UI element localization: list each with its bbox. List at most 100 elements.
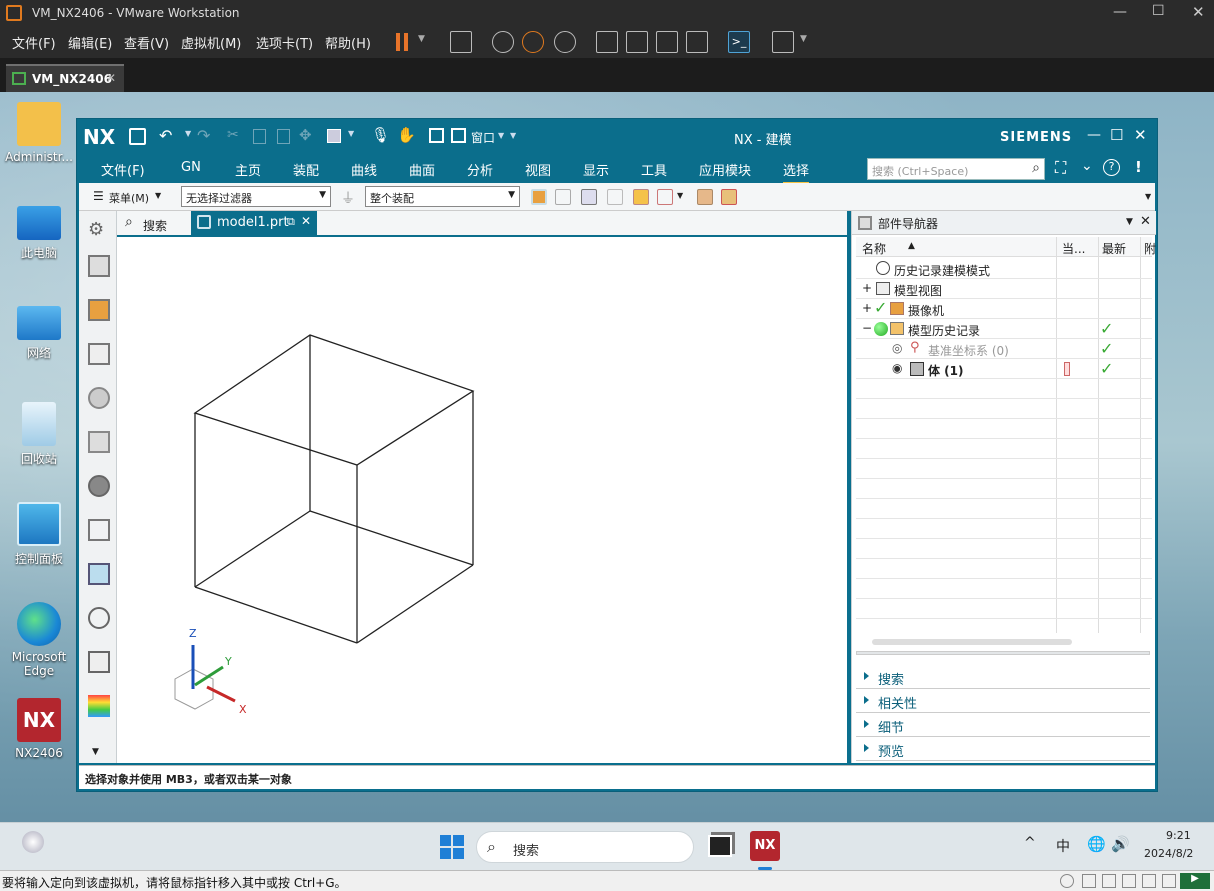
- menu-button[interactable]: 菜单(M): [109, 190, 149, 206]
- alert-icon[interactable]: !: [1135, 158, 1142, 176]
- expand-icon[interactable]: +: [862, 281, 872, 295]
- info-icon[interactable]: [88, 475, 110, 497]
- chevron-down-icon[interactable]: ▼: [155, 191, 161, 200]
- minimize-icon[interactable]: —: [1087, 127, 1101, 143]
- assembly-navigator-icon[interactable]: [88, 299, 110, 321]
- window-menu[interactable]: 窗口: [471, 129, 495, 146]
- chevron-down-icon[interactable]: ▼: [498, 131, 504, 140]
- tree-row-model-views[interactable]: + 模型视图: [856, 279, 1152, 299]
- model-viewport[interactable]: Z Y X: [117, 239, 847, 763]
- search-icon[interactable]: ⌕: [1032, 160, 1040, 176]
- column-name[interactable]: 名称: [862, 240, 886, 257]
- maximize-icon[interactable]: ☐: [1110, 126, 1123, 144]
- desktop-icon-network[interactable]: 网络: [3, 302, 75, 361]
- ribbon-tab-select[interactable]: 选择: [783, 160, 810, 184]
- ime-indicator[interactable]: 中: [1056, 836, 1070, 856]
- send-keys-icon[interactable]: [450, 31, 472, 53]
- unity-icon[interactable]: [686, 31, 708, 53]
- touch-icon[interactable]: ✋: [397, 126, 416, 144]
- desktop-icon-edge[interactable]: Microsoft Edge: [3, 602, 75, 678]
- menu-icon[interactable]: ☰: [93, 189, 104, 203]
- maximize-icon[interactable]: ☐: [1152, 3, 1165, 19]
- vm-menu-view[interactable]: 查看(V): [124, 33, 169, 52]
- close-icon[interactable]: ✕: [1134, 126, 1147, 144]
- help-icon[interactable]: ?: [1103, 159, 1120, 176]
- close-tab-icon[interactable]: ✕: [106, 71, 116, 85]
- select-solid-icon[interactable]: [697, 189, 713, 205]
- desktop-icon-recycle-bin[interactable]: 回收站: [3, 402, 75, 467]
- select-point-icon[interactable]: [657, 189, 673, 205]
- vm-menu-file[interactable]: 文件(F): [12, 33, 56, 52]
- select-sheet-icon[interactable]: [721, 189, 737, 205]
- chevron-up-icon[interactable]: ^: [1024, 835, 1036, 851]
- close-tab-icon[interactable]: ✕: [301, 214, 311, 228]
- sound-card-icon[interactable]: [1142, 874, 1156, 888]
- web-browser-icon[interactable]: [88, 563, 110, 585]
- visible-eye-icon[interactable]: ◉: [892, 361, 902, 375]
- close-icon[interactable]: ✕: [1140, 214, 1151, 229]
- history-icon[interactable]: [88, 607, 110, 629]
- clock-time[interactable]: 9:21: [1166, 829, 1191, 842]
- inspection-icon[interactable]: [88, 431, 110, 453]
- select-edge-icon[interactable]: [607, 189, 623, 205]
- ribbon-tab-file[interactable]: 文件(F): [101, 160, 145, 179]
- column-attached[interactable]: 附: [1144, 240, 1156, 257]
- chevron-down-icon[interactable]: ▼: [510, 131, 516, 140]
- sort-ascending-icon[interactable]: ▲: [908, 241, 915, 251]
- save-icon[interactable]: [129, 128, 146, 145]
- chevron-down-icon[interactable]: ▼: [418, 34, 425, 44]
- vm-console-icon[interactable]: ▶: [1180, 873, 1210, 889]
- selection-filter-icon[interactable]: [88, 519, 110, 541]
- pane-splitter[interactable]: [856, 651, 1150, 655]
- ribbon-tab-assembly[interactable]: 装配: [293, 160, 319, 179]
- network-adapter-icon[interactable]: [1102, 874, 1116, 888]
- nx-taskbar-icon[interactable]: NX: [750, 831, 780, 861]
- window-icon[interactable]: [451, 128, 466, 143]
- tree-row-model-history[interactable]: − 模型历史记录 ✓: [856, 319, 1152, 339]
- ribbon-tab-surface[interactable]: 曲面: [409, 160, 435, 179]
- chevron-down-icon[interactable]: ▼: [800, 34, 807, 44]
- vm-tab[interactable]: VM_NX2406 ✕: [6, 64, 124, 92]
- ribbon-tab-curve[interactable]: 曲线: [351, 160, 377, 179]
- snapshot-manager-icon[interactable]: [554, 31, 576, 53]
- cd-drive-icon[interactable]: [1082, 874, 1096, 888]
- clock-date[interactable]: 2024/8/2: [1144, 847, 1193, 860]
- reuse-library-icon[interactable]: [88, 343, 110, 365]
- popout-icon[interactable]: ⧉: [287, 215, 295, 229]
- filter-icon[interactable]: ⏚: [341, 188, 355, 208]
- expand-icon[interactable]: +: [862, 301, 872, 315]
- ribbon-tab-gn[interactable]: GN: [181, 160, 201, 175]
- hidden-eye-icon[interactable]: ◎: [892, 341, 902, 355]
- gear-icon[interactable]: ⚙: [88, 219, 110, 241]
- pause-icon[interactable]: [396, 33, 400, 51]
- column-current[interactable]: 当...: [1062, 240, 1085, 257]
- window-switch-icon[interactable]: [429, 128, 444, 143]
- desktop-icon-user-folder[interactable]: Administr...: [3, 102, 75, 164]
- chevron-down-icon[interactable]: ▼: [1126, 217, 1133, 227]
- console-view-icon[interactable]: >_: [728, 31, 750, 53]
- select-face-icon[interactable]: [581, 189, 597, 205]
- select-feature-icon[interactable]: [555, 189, 571, 205]
- chevron-down-icon[interactable]: ▼: [348, 129, 354, 138]
- thumbnail-icon[interactable]: [626, 31, 648, 53]
- selection-scope-select[interactable]: 整个装配 ▼: [365, 186, 520, 207]
- close-icon[interactable]: ✕: [1192, 3, 1205, 21]
- minimize-icon[interactable]: —: [1113, 4, 1127, 20]
- taskbar-search-box[interactable]: ⌕ 搜索: [476, 831, 694, 863]
- library-icon[interactable]: [596, 31, 618, 53]
- vm-menu-help[interactable]: 帮助(H): [325, 33, 371, 52]
- weather-icon[interactable]: [22, 831, 44, 853]
- ribbon-tab-analysis[interactable]: 分析: [467, 160, 493, 179]
- microphone-icon[interactable]: 🎙: [371, 126, 390, 144]
- vm-menu-vm[interactable]: 虚拟机(M): [181, 33, 241, 52]
- tree-row-history-mode[interactable]: 历史记录建模模式: [856, 259, 1152, 279]
- tree-row-cameras[interactable]: + ✓ 摄像机: [856, 298, 1152, 319]
- cube-icon[interactable]: [327, 129, 341, 143]
- desktop-icon-control-panel[interactable]: 控制面板: [3, 502, 75, 567]
- vm-menu-edit[interactable]: 编辑(E): [68, 33, 112, 52]
- expand-view-icon[interactable]: ⛶: [1055, 158, 1066, 178]
- tree-row-body[interactable]: ◉ 体 (1) ✓: [856, 359, 1152, 379]
- volume-icon[interactable]: 🔊: [1111, 835, 1130, 853]
- section-search[interactable]: 搜索: [856, 665, 1150, 689]
- fullscreen-icon[interactable]: [656, 31, 678, 53]
